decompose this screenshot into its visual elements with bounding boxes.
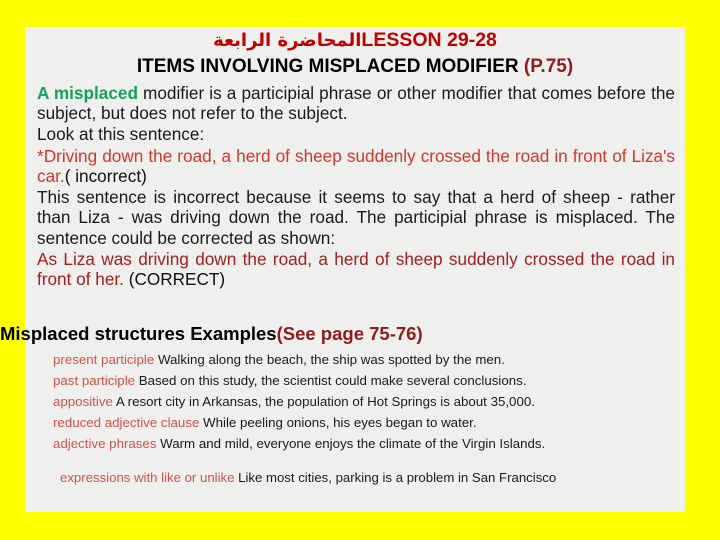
example-text: Walking along the beach, the ship was sp…: [154, 352, 505, 367]
structures-header: Misplaced structures Examples(See page 7…: [0, 323, 700, 345]
slide-subtitle: ITEMS INVOLVING MISPLACED MODIFIER (P.75…: [25, 56, 685, 79]
example-label: adjective phrases: [53, 436, 157, 451]
example-text: While peeling onions, his eyes began to …: [199, 415, 477, 430]
definition-highlight: A misplaced: [37, 82, 138, 103]
list-item: appositive A resort city in Arkansas, th…: [53, 391, 673, 412]
list-item: expressions with like or unlike Like mos…: [53, 468, 673, 489]
incorrect-example-tag: ( incorrect): [64, 165, 147, 186]
example-label: reduced adjective clause: [53, 415, 200, 430]
slide-title-arabic: المحاضرة الرابعة: [213, 30, 362, 51]
slide-body: A misplaced modifier is a participial ph…: [25, 83, 685, 290]
example-text: Based on this study, the scientist could…: [135, 373, 527, 388]
incorrect-example-paragraph: *Driving down the road, a herd of sheep …: [37, 146, 675, 187]
list-item: past participle Based on this study, the…: [53, 370, 673, 391]
list-item: present participle Walking along the bea…: [53, 349, 673, 370]
explanation-paragraph: This sentence is incorrect because it se…: [37, 187, 675, 248]
list-item: adjective phrases Warm and mild, everyon…: [53, 433, 673, 454]
example-text: Like most cities, parking is a problem i…: [234, 470, 557, 485]
slide-subtitle-page-ref: (P.75): [523, 55, 574, 77]
list-item: reduced adjective clause While peeling o…: [53, 412, 673, 433]
slide-subtitle-main: ITEMS INVOLVING MISPLACED MODIFIER: [136, 55, 524, 77]
correct-example-paragraph: As Liza was driving down the road, a her…: [37, 249, 675, 290]
definition-paragraph: A misplaced modifier is a participial ph…: [37, 83, 675, 124]
slide-content-box: المحاضرة الرابعةLESSON 29-28 ITEMS INVOL…: [0, 27, 685, 512]
example-label: present participle: [53, 352, 155, 367]
slide-title-lesson: LESSON 29-28: [361, 29, 497, 51]
examples-list: present participle Walking along the bea…: [53, 349, 673, 489]
slide-title: المحاضرة الرابعةLESSON 29-28: [25, 29, 685, 52]
example-text: A resort city in Arkansas, the populatio…: [112, 394, 535, 409]
example-label: expressions with like or unlike: [60, 470, 235, 485]
example-label: past participle: [53, 373, 136, 388]
example-text: Warm and mild, everyone enjoys the clima…: [156, 436, 546, 451]
structures-header-main: Misplaced structures Examples: [0, 323, 277, 344]
example-label: appositive: [53, 394, 113, 409]
correct-example-tag: (CORRECT): [123, 269, 226, 290]
structures-header-see-page: (See page 75-76): [276, 323, 423, 344]
slide-root: المحاضرة الرابعةLESSON 29-28 ITEMS INVOL…: [0, 0, 720, 540]
look-at-sentence: Look at this sentence:: [37, 124, 205, 145]
